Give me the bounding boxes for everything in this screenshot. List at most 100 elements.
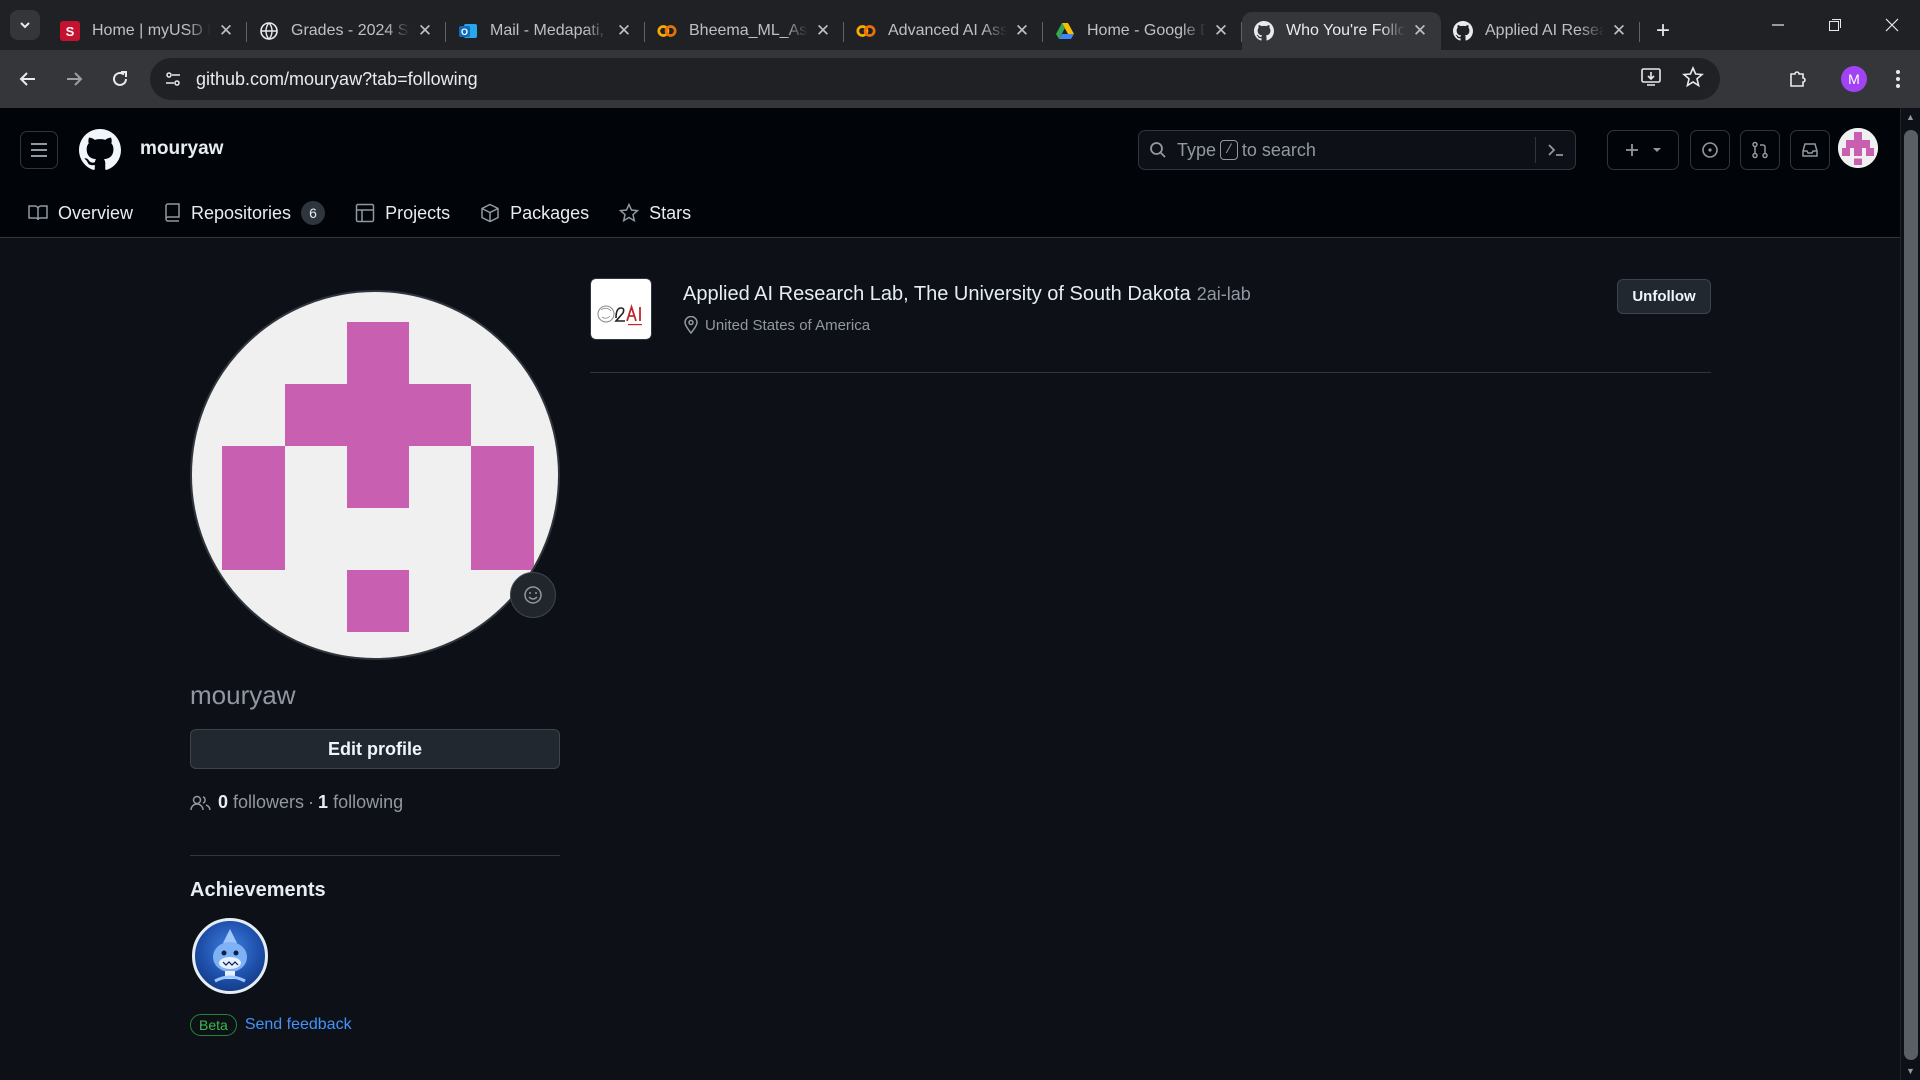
browser-toolbar: github.com/mouryaw?tab=following M (0, 50, 1920, 108)
inbox-button[interactable] (1790, 130, 1830, 170)
chrome-menu-button[interactable] (1876, 57, 1920, 101)
location-pin-icon (684, 316, 698, 334)
outlook-icon: O (458, 21, 478, 41)
achievement-badge[interactable] (192, 918, 268, 994)
close-tab-icon[interactable]: ✕ (1411, 21, 1429, 41)
package-icon (481, 203, 499, 223)
terminal-icon (1547, 144, 1563, 156)
org-avatar[interactable] (590, 278, 652, 340)
page-scrollbar[interactable]: ▲ ▼ (1900, 108, 1920, 1080)
minimize-button[interactable] (1749, 0, 1806, 50)
browser-tab[interactable]: S Home | myUSD Portal ✕ (48, 12, 247, 50)
smiley-icon (524, 586, 542, 604)
user-avatar-menu[interactable] (1838, 128, 1878, 168)
book-icon (28, 205, 48, 221)
tab-search-button[interactable] (10, 10, 40, 40)
inbox-icon (1802, 143, 1818, 157)
triangle-down-icon (1653, 148, 1661, 152)
svg-text:O: O (461, 27, 468, 37)
browser-tab[interactable]: Who You're Following ✕ (1242, 12, 1441, 50)
address-bar[interactable]: github.com/mouryaw?tab=following (150, 58, 1720, 100)
browser-tab[interactable]: O Mail - Medapati, Mourya ✕ (446, 12, 645, 50)
tab-projects[interactable]: Projects (355, 198, 450, 228)
new-tab-button[interactable]: + (1646, 14, 1680, 48)
profile-avatar: M (1841, 66, 1867, 92)
restore-button[interactable] (1806, 0, 1863, 50)
scrollbar-thumb[interactable] (1904, 130, 1918, 1060)
reload-icon (113, 71, 127, 86)
tab-overview[interactable]: Overview (28, 198, 133, 228)
search-shortcut-key: / (1220, 140, 1238, 160)
site-info-icon[interactable] (158, 64, 188, 94)
forward-button[interactable] (54, 59, 94, 99)
browser-tab[interactable]: Grades - 2024 Spring ✕ (247, 12, 446, 50)
followers-label: followers (233, 792, 305, 812)
pull-requests-button[interactable] (1740, 130, 1780, 170)
puzzle-icon (1790, 71, 1806, 87)
close-tab-icon[interactable]: ✕ (416, 21, 434, 41)
close-tab-icon[interactable]: ✕ (814, 21, 832, 41)
browser-tab-title: Bheema_ML_Assignment (689, 22, 808, 39)
search-input[interactable]: Type / to search (1138, 130, 1576, 170)
org-display-name[interactable]: Applied AI Research Lab, The University … (683, 283, 1191, 305)
close-tab-icon[interactable]: ✕ (1013, 21, 1031, 41)
plus-icon (1626, 144, 1638, 156)
browser-tab[interactable]: Advanced AI Assignment ✕ (844, 12, 1043, 50)
open-menu-button[interactable] (20, 131, 58, 169)
set-status-button[interactable] (510, 572, 556, 618)
2ai-lab-logo-icon (592, 280, 650, 338)
following-link[interactable]: 1 following (318, 792, 403, 813)
tab-separator (1639, 22, 1640, 42)
github-icon (1453, 21, 1473, 41)
issues-button[interactable] (1690, 130, 1730, 170)
back-button[interactable] (8, 59, 48, 99)
browser-tab-strip: SHome | myUSD Portal✕Grades - 2024 Sprin… (0, 0, 1920, 50)
profile-tabs: Overview Repositories 6 Projects Package… (28, 198, 721, 228)
unfollow-button[interactable]: Unfollow (1617, 279, 1711, 314)
tab-packages[interactable]: Packages (480, 198, 589, 228)
repo-icon (165, 203, 180, 222)
tab-repositories[interactable]: Repositories 6 (163, 198, 326, 228)
drive-icon (1055, 21, 1075, 41)
github-header: mouryaw Type / to search Overview Reposi… (0, 108, 1900, 238)
close-window-button[interactable] (1863, 0, 1920, 50)
myusd-icon: S (60, 21, 80, 41)
tab-stars[interactable]: Stars (619, 198, 691, 228)
scroll-down-arrow-icon[interactable]: ▼ (1906, 1066, 1915, 1076)
browser-tab-title: Who You're Following (1286, 22, 1405, 39)
tab-packages-label: Packages (510, 202, 590, 223)
install-app-icon[interactable] (1640, 66, 1662, 88)
followers-link[interactable]: 0 followers (218, 792, 304, 813)
browser-tab[interactable]: Home - Google Drive ✕ (1043, 12, 1242, 50)
tab-stars-label: Stars (649, 202, 692, 223)
bookmark-star-icon[interactable] (1682, 66, 1704, 88)
extensions-button[interactable] (1776, 57, 1820, 101)
github-logo-icon[interactable] (79, 129, 121, 171)
kebab-menu-icon (1896, 70, 1900, 88)
url-text[interactable]: github.com/mouryaw?tab=following (196, 69, 478, 90)
svg-text:S: S (66, 24, 75, 39)
browser-tab-title: Home - Google Drive (1087, 22, 1206, 39)
profile-avatar-large[interactable] (190, 290, 560, 660)
shark-badge-icon (213, 929, 247, 983)
send-feedback-link[interactable]: Send feedback (245, 1016, 352, 1034)
close-tab-icon[interactable]: ✕ (217, 21, 235, 41)
chrome-profile-button[interactable]: M (1832, 57, 1876, 101)
browser-tab[interactable]: Bheema_ML_Assignment ✕ (645, 12, 844, 50)
command-palette-button[interactable] (1535, 137, 1575, 163)
sidebar-divider (190, 855, 560, 856)
reload-button[interactable] (100, 59, 140, 99)
browser-tab[interactable]: Applied AI Research Lab ✕ (1441, 12, 1640, 50)
close-tab-icon[interactable]: ✕ (1610, 21, 1628, 41)
browser-tab-title: Home | myUSD Portal (92, 22, 211, 39)
header-username[interactable]: mouryaw (140, 138, 223, 160)
colab-icon (856, 21, 876, 41)
hamburger-icon (31, 143, 47, 157)
edit-profile-button[interactable]: Edit profile (190, 729, 560, 769)
close-tab-icon[interactable]: ✕ (615, 21, 633, 41)
close-tab-icon[interactable]: ✕ (1212, 21, 1230, 41)
following-label: following (333, 792, 404, 812)
create-new-button[interactable] (1607, 130, 1679, 170)
scroll-up-arrow-icon[interactable]: ▲ (1906, 112, 1915, 122)
org-login-name[interactable]: 2ai-lab (1197, 284, 1251, 304)
